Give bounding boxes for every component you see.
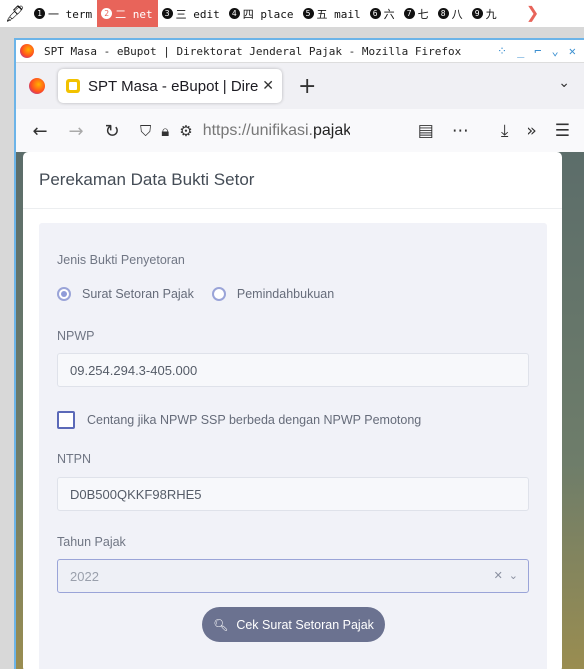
npwp-different-label[interactable]: Centang jika NPWP SSP berbeda dengan NPW… bbox=[87, 413, 421, 427]
ntpn-field[interactable]: D0B500QKKF98RHE5 bbox=[57, 477, 529, 511]
permissions-icon[interactable]: ⚙︎ bbox=[179, 122, 192, 140]
jenis-label: Jenis Bukti Penyetoran bbox=[57, 253, 185, 267]
firefox-window: SPT Masa - eBupot | Direktorat Jenderal … bbox=[14, 38, 584, 669]
workspace-4[interactable]: 4四 place bbox=[225, 0, 299, 27]
overflow-menu-icon[interactable]: » bbox=[526, 121, 536, 141]
ntpn-label: NTPN bbox=[57, 452, 92, 466]
radio-pemindahbukuan[interactable] bbox=[211, 287, 226, 301]
tahun-pajak-label: Tahun Pajak bbox=[57, 535, 126, 549]
tab-active[interactable]: SPT Masa - eBupot | Direktorat ✕ bbox=[58, 69, 282, 103]
firefox-icon bbox=[20, 44, 34, 58]
tab-title: SPT Masa - eBupot | Direktorat bbox=[88, 77, 259, 95]
maximize-icon[interactable]: ⌐ bbox=[534, 44, 541, 58]
npwp-label: NPWP bbox=[57, 329, 95, 343]
card-title: Perekaman Data Bukti Setor bbox=[23, 152, 562, 209]
tahun-pajak-value: 2022 bbox=[70, 568, 99, 584]
clear-selection-icon[interactable]: ✕ bbox=[494, 569, 503, 582]
collapse-icon[interactable]: ⌄ bbox=[552, 44, 559, 58]
firefox-view-icon[interactable] bbox=[29, 78, 45, 94]
reader-view-icon[interactable]: ▤ bbox=[418, 121, 434, 141]
minimize-icon[interactable]: _ bbox=[517, 44, 524, 58]
workspace-7[interactable]: 7七 bbox=[400, 0, 434, 27]
workspace-6[interactable]: 6六 bbox=[366, 0, 400, 27]
download-icon[interactable]: ⤓ bbox=[501, 121, 509, 141]
ebupot-favicon-icon bbox=[66, 79, 80, 93]
tahun-pajak-select[interactable]: 2022 ✕ ⌄ bbox=[57, 559, 529, 593]
search-icon: 🔍︎ bbox=[213, 617, 229, 632]
npwp-different-checkbox-row: Centang jika NPWP SSP berbeda dengan NPW… bbox=[57, 411, 421, 429]
workspace-9[interactable]: 9九 bbox=[468, 0, 502, 27]
tab-close-icon[interactable]: ✕ bbox=[262, 78, 274, 94]
back-icon[interactable]: ← bbox=[22, 121, 58, 142]
url-bar[interactable]: ⛉ 🔒︎ ⚙︎ https://unifikasi.pajak.g bbox=[140, 115, 350, 147]
jenis-radio-group: Surat Setoran Pajak Pemindahbukuan bbox=[57, 287, 352, 301]
sticky-icon[interactable]: ⁘ bbox=[497, 44, 507, 58]
reload-icon[interactable]: ↻ bbox=[94, 121, 130, 142]
workspace-1[interactable]: 1一 term bbox=[30, 0, 97, 27]
workspace-2[interactable]: 2二 net bbox=[97, 0, 158, 27]
workspace-8[interactable]: 8八 bbox=[434, 0, 468, 27]
page-actions-icon[interactable]: ⋯ bbox=[452, 121, 469, 141]
workspace-5[interactable]: 5五 mail bbox=[299, 0, 366, 27]
forward-icon[interactable]: → bbox=[58, 121, 94, 142]
radio-ssp[interactable] bbox=[57, 287, 71, 301]
radio-pemindahbukuan-label[interactable]: Pemindahbukuan bbox=[237, 287, 334, 301]
page-viewport: Perekaman Data Bukti Setor Jenis Bukti P… bbox=[16, 152, 584, 669]
form-card: Perekaman Data Bukti Setor Jenis Bukti P… bbox=[23, 152, 562, 669]
form-panel: Jenis Bukti Penyetoran Surat Setoran Paj… bbox=[39, 223, 547, 669]
npwp-different-checkbox[interactable] bbox=[57, 411, 75, 429]
radio-ssp-label[interactable]: Surat Setoran Pajak bbox=[82, 287, 194, 301]
wm-logo-icon: 🖋 bbox=[4, 4, 26, 23]
hamburger-menu-icon[interactable]: ☰ bbox=[555, 121, 570, 141]
bar-arrow-icon: ❯ bbox=[526, 1, 540, 26]
url-text[interactable]: https://unifikasi.pajak.g bbox=[203, 122, 350, 140]
workspace-bar: 🖋 1一 term 2二 net 3三 edit 4四 place 5五 mai… bbox=[0, 0, 584, 27]
lock-icon[interactable]: 🔒︎ bbox=[161, 122, 169, 140]
npwp-field[interactable]: 09.254.294.3-405.000 bbox=[57, 353, 529, 387]
nav-bar: ← → ↻ ⛉ 🔒︎ ⚙︎ https://unifikasi.pajak.g … bbox=[16, 109, 584, 154]
chevron-down-icon[interactable]: ⌄ bbox=[509, 569, 518, 582]
window-titlebar: SPT Masa - eBupot | Direktorat Jenderal … bbox=[16, 40, 584, 63]
tab-bar: SPT Masa - eBupot | Direktorat ✕ + ⌄ bbox=[16, 63, 584, 109]
window-title: SPT Masa - eBupot | Direktorat Jenderal … bbox=[44, 44, 462, 58]
workspace-3[interactable]: 3三 edit bbox=[158, 0, 225, 27]
list-tabs-chevron-icon[interactable]: ⌄ bbox=[558, 75, 570, 91]
shield-icon[interactable]: ⛉ bbox=[140, 122, 151, 140]
close-window-icon[interactable]: ✕ bbox=[569, 44, 576, 58]
cek-ssp-button[interactable]: 🔍︎ Cek Surat Setoran Pajak bbox=[202, 607, 385, 642]
new-tab-icon[interactable]: + bbox=[298, 74, 316, 99]
cek-ssp-button-label: Cek Surat Setoran Pajak bbox=[236, 617, 374, 632]
